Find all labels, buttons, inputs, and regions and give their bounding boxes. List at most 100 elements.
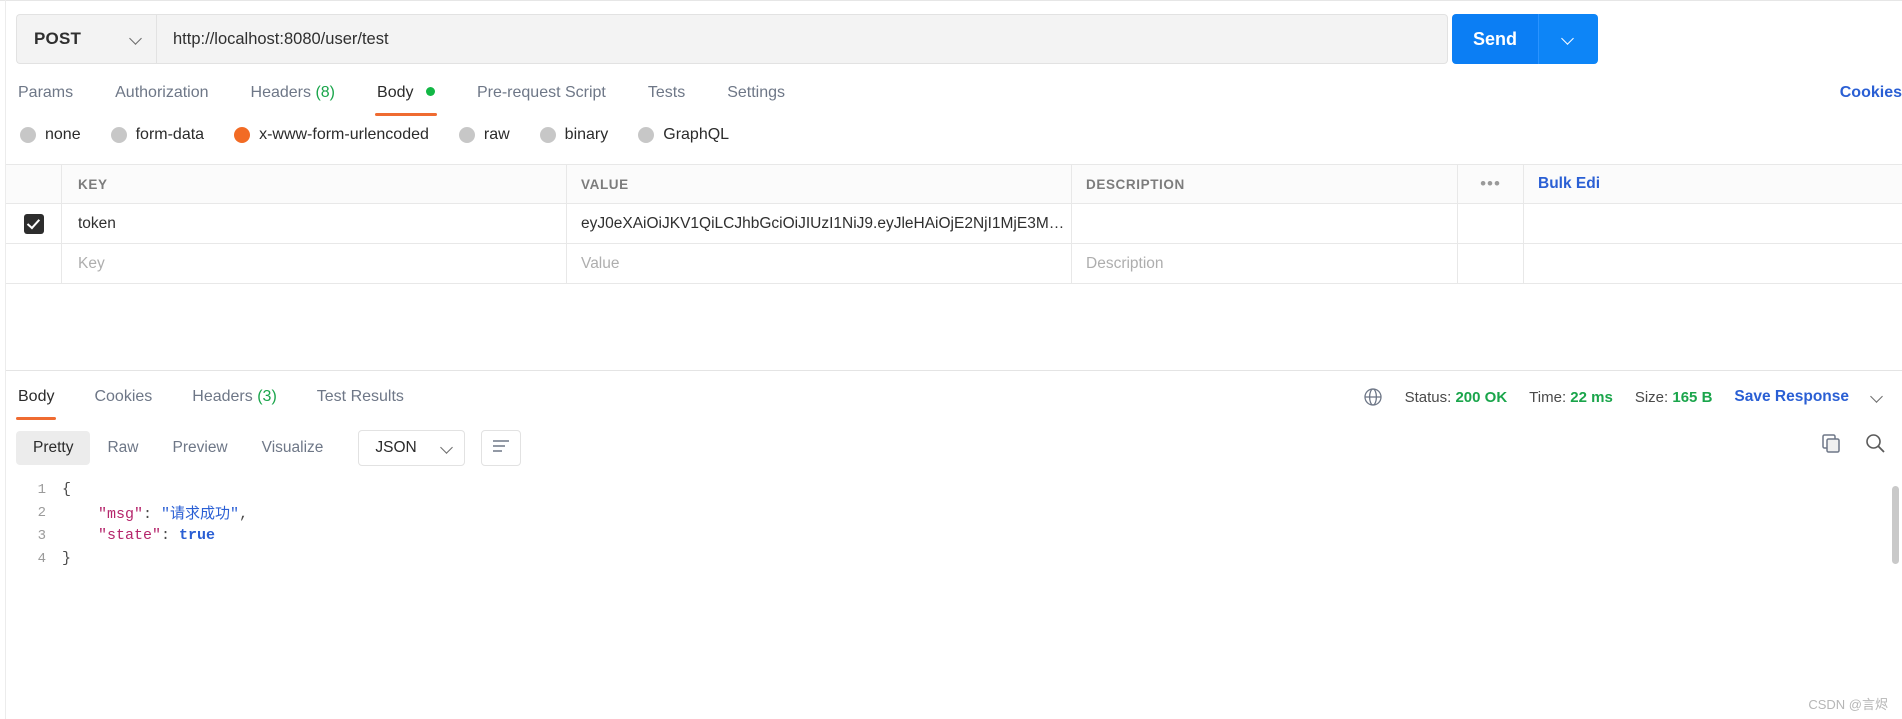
save-response-button[interactable]: Save Response — [1734, 388, 1849, 406]
viewer-mode-raw[interactable]: Raw — [90, 431, 155, 465]
format-label: JSON — [375, 439, 417, 456]
viewer-mode-visualize[interactable]: Visualize — [245, 431, 341, 465]
tab-label: Test Results — [316, 388, 404, 405]
http-method-label: POST — [34, 29, 82, 48]
http-method-select[interactable]: POST — [16, 14, 156, 64]
table-placeholder-row[interactable]: Key Value Description — [6, 244, 1902, 284]
tab-label: Params — [18, 84, 74, 101]
radio-graphql[interactable]: GraphQL — [638, 126, 729, 144]
tab-tests[interactable]: Tests — [646, 80, 687, 116]
time-label: Time: — [1529, 388, 1567, 406]
response-body-code[interactable]: 1 { 2 "msg": "请求成功", 3 "state": true 4 } — [6, 478, 1890, 702]
status-value: 200 OK — [1455, 388, 1508, 406]
row-key[interactable]: token — [78, 215, 116, 233]
code-line: 2 "msg": "请求成功", — [6, 501, 1890, 524]
send-button-group: Send — [1452, 14, 1598, 64]
placeholder-description[interactable]: Description — [1086, 255, 1164, 273]
response-viewer-toolbar: Pretty Raw Preview Visualize JSON — [16, 430, 521, 466]
globe-icon — [1363, 387, 1383, 407]
response-headers-count: (3) — [257, 388, 277, 405]
radio-label: none — [45, 126, 81, 143]
viewer-mode-pretty[interactable]: Pretty — [16, 431, 91, 465]
code-token-comma: , — [239, 506, 249, 523]
line-content: "msg": "请求成功", — [62, 502, 248, 523]
headers-count: (8) — [315, 84, 336, 101]
code-line: 3 "state": true — [6, 524, 1890, 547]
radio-label: GraphQL — [663, 126, 730, 143]
cookies-link[interactable]: Cookies — [1840, 84, 1902, 102]
url-bar: POST http://localhost:8080/user/test — [16, 14, 1448, 64]
request-response-divider — [6, 370, 1902, 371]
time-value: 22 ms — [1570, 388, 1613, 406]
body-active-dot-icon — [425, 87, 435, 96]
tab-label: Body — [18, 388, 55, 405]
tab-label: Tests — [647, 84, 686, 101]
column-header-key: KEY — [78, 176, 108, 192]
code-token-colon: : — [161, 527, 180, 544]
code-line: 4 } — [6, 547, 1890, 570]
size-value: 165 B — [1672, 388, 1713, 406]
radio-x-www-form-urlencoded[interactable]: x-www-form-urlencoded — [234, 126, 429, 144]
viewer-mode-preview[interactable]: Preview — [156, 431, 245, 465]
radio-binary[interactable]: binary — [539, 126, 608, 144]
watermark: CSDN @言烬 — [1808, 697, 1888, 712]
code-token-colon: : — [143, 506, 162, 523]
tab-settings[interactable]: Settings — [725, 80, 787, 116]
tab-label: Body — [377, 84, 414, 101]
send-options-button[interactable] — [1538, 14, 1598, 64]
radio-label: raw — [483, 126, 510, 143]
active-tab-underline — [16, 417, 57, 420]
bulk-edit-link[interactable]: Bulk Edi — [1538, 175, 1600, 193]
response-tab-body[interactable]: Body — [16, 384, 57, 420]
radio-icon — [539, 127, 556, 143]
response-tab-headers[interactable]: Headers (3) — [190, 384, 279, 420]
radio-icon — [458, 127, 475, 143]
code-token: } — [62, 550, 72, 567]
response-tab-test-results[interactable]: Test Results — [315, 384, 406, 420]
placeholder-value[interactable]: Value — [581, 255, 620, 273]
code-scrollbar[interactable] — [1891, 478, 1900, 702]
response-format-select[interactable]: JSON — [358, 430, 465, 466]
code-line: 1 { — [6, 478, 1890, 501]
viewer-mode-group: Pretty Raw Preview Visualize — [16, 431, 340, 465]
row-checkbox[interactable] — [23, 213, 44, 234]
header-checkbox-cell — [6, 165, 62, 203]
tab-label: Headers — [192, 388, 253, 405]
wrap-lines-button[interactable] — [480, 430, 521, 466]
line-content: { — [62, 481, 71, 498]
line-number: 3 — [37, 527, 46, 544]
tab-params[interactable]: Params — [16, 80, 75, 116]
ellipsis-icon[interactable]: ••• — [1480, 174, 1501, 194]
radio-icon — [110, 127, 127, 143]
tab-label: Cookies — [94, 388, 153, 405]
code-token-key: "state" — [98, 527, 162, 544]
radio-form-data[interactable]: form-data — [110, 126, 204, 144]
line-number: 4 — [37, 550, 46, 567]
row-value[interactable]: eyJ0eXAiOiJKV1QiLCJhbGciOiJIUzI1NiJ9.eyJ… — [581, 215, 1071, 233]
send-button[interactable]: Send — [1452, 14, 1538, 64]
response-tab-cookies[interactable]: Cookies — [92, 384, 154, 420]
code-token-string: "请求成功" — [161, 506, 240, 523]
chevron-down-icon[interactable] — [1871, 391, 1884, 404]
tab-body[interactable]: Body — [375, 80, 437, 116]
scrollbar-thumb[interactable] — [1892, 486, 1899, 564]
radio-icon — [20, 127, 36, 143]
chevron-down-icon — [441, 442, 454, 455]
wrap-lines-icon — [491, 438, 511, 459]
copy-icon[interactable] — [1820, 432, 1842, 454]
tab-authorization[interactable]: Authorization — [113, 80, 210, 116]
table-row[interactable]: token eyJ0eXAiOiJKV1QiLCJhbGciOiJIUzI1Ni… — [6, 204, 1902, 244]
code-token-key: "msg" — [98, 506, 144, 523]
url-input[interactable]: http://localhost:8080/user/test — [156, 14, 1448, 64]
tab-pre-request-script[interactable]: Pre-request Script — [475, 80, 608, 116]
column-header-description: DESCRIPTION — [1086, 176, 1185, 192]
search-icon[interactable] — [1864, 432, 1886, 454]
radio-raw[interactable]: raw — [458, 126, 510, 144]
response-meta: Status: 200 OK Time: 22 ms Size: 165 B S… — [1363, 387, 1884, 407]
tab-headers[interactable]: Headers (8) — [249, 80, 338, 116]
placeholder-key[interactable]: Key — [78, 255, 105, 273]
radio-none[interactable]: none — [20, 126, 81, 144]
url-text: http://localhost:8080/user/test — [173, 29, 389, 48]
tab-label: Pre-request Script — [476, 84, 606, 101]
